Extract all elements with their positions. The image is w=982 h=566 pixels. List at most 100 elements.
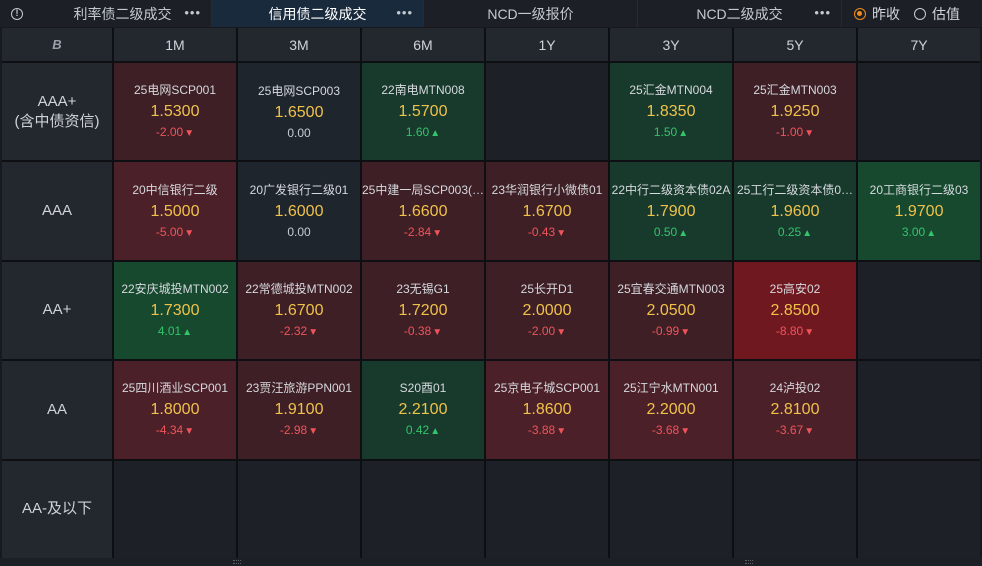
bond-cell[interactable]: 25京电子城SCP001 1.8600 -3.88▼ [486, 361, 608, 459]
bond-cell[interactable]: 25宜春交通MTN003 2.0500 -0.99▼ [610, 261, 732, 360]
tab-bar: ! 利率债二级成交 ••• 信用债二级成交 ••• NCD一级报价 NCD二级成… [0, 0, 982, 27]
bond-change: -3.67▼ [776, 424, 814, 438]
bond-change: -2.32▼ [280, 324, 318, 339]
change-value: -1.00 [775, 125, 804, 140]
bond-name: 23华润银行小微债01 [491, 182, 603, 197]
empty-cell [734, 460, 856, 558]
more-options-icon[interactable]: ••• [184, 6, 201, 19]
bond-name: 23贾汪旅游PPN001 [245, 381, 353, 396]
bond-cell[interactable]: 20中信银行二级 1.5000 -5.00▼ [114, 162, 236, 260]
bond-yield: 1.8000 [150, 401, 200, 419]
empty-cell [858, 460, 980, 558]
bond-change: -1.00▼ [776, 126, 814, 140]
bond-cell[interactable]: 25汇金MTN003 1.9250 -1.00▼ [734, 63, 856, 161]
change-value: -0.38 [403, 323, 432, 338]
tab-credit-bond[interactable]: 信用债二级成交 ••• [212, 0, 424, 27]
more-options-icon[interactable]: ••• [396, 6, 413, 19]
column-header[interactable]: 3M [238, 28, 360, 61]
bond-change: -0.99▼ [651, 323, 691, 339]
bond-yield: 1.5700 [398, 103, 448, 121]
bond-yield: 1.9600 [770, 202, 820, 220]
change-value: -0.99 [651, 323, 680, 338]
tab-label: NCD二级成交 [696, 5, 783, 22]
bond-change: 0.00 [287, 126, 310, 140]
radio-label: 估值 [932, 5, 960, 22]
more-options-icon[interactable]: ••• [814, 6, 831, 19]
change-value: 0.42 [405, 423, 430, 438]
bond-name: 23无锡G1 [396, 281, 450, 296]
bond-cell[interactable]: 20工商银行二级03 1.9700 3.00▲ [858, 162, 980, 260]
radio-prev-close[interactable]: 昨收 [854, 4, 900, 24]
bond-cell[interactable]: 24泸投02 2.8100 -3.67▼ [734, 361, 856, 459]
arrow-down-icon: ▼ [184, 227, 195, 239]
bond-cell[interactable]: 22常德城投MTN002 1.6700 -2.32▼ [238, 261, 360, 360]
bond-name: 25长开D1 [520, 281, 574, 296]
tab-ncd-primary[interactable]: NCD一级报价 [424, 0, 638, 27]
column-header[interactable]: 1Y [486, 28, 608, 61]
bond-change: 4.01▲ [157, 323, 193, 339]
bond-change: -4.34▼ [156, 424, 194, 438]
bond-yield: 1.6700 [274, 301, 324, 319]
corner-cell: B [2, 28, 112, 61]
bond-cell[interactable]: 25高安02 2.8500 -8.80▼ [734, 261, 856, 360]
bond-change: -2.00▼ [527, 323, 566, 339]
bond-yield: 1.7900 [646, 202, 696, 220]
bond-change: 1.60▲ [406, 126, 440, 140]
change-value: 4.01 [157, 323, 182, 338]
resize-grip-icon[interactable] [745, 560, 753, 564]
bond-yield: 2.2000 [646, 401, 696, 419]
info-button[interactable]: ! [0, 0, 34, 27]
bond-name: 22安庆城投MTN002 [121, 281, 229, 296]
resize-grip-icon[interactable] [233, 560, 241, 564]
column-header[interactable]: 5Y [734, 28, 856, 61]
bond-cell[interactable]: 23华润银行小微债01 1.6700 -0.43▼ [486, 162, 608, 260]
row-header: AAA [2, 162, 112, 260]
radio-valuation[interactable]: 估值 [914, 4, 960, 24]
bond-cell[interactable]: 20广发银行二级01 1.6000 0.00 [238, 162, 360, 260]
column-header[interactable]: 6M [362, 28, 484, 61]
bond-cell[interactable]: 25长开D1 2.0000 -2.00▼ [486, 261, 608, 360]
change-value: -0.43 [527, 224, 556, 239]
arrow-up-icon: ▲ [182, 326, 193, 338]
bond-name: 25京电子城SCP001 [493, 381, 601, 396]
bond-cell[interactable]: 22安庆城投MTN002 1.7300 4.01▲ [114, 261, 236, 360]
arrow-down-icon: ▼ [432, 227, 443, 239]
bond-cell[interactable]: 22中行二级资本债02A 1.7900 0.50▲ [610, 162, 732, 260]
tab-rate-bond[interactable]: 利率债二级成交 ••• [34, 0, 212, 27]
bond-cell[interactable]: 25电网SCP001 1.5300 -2.00▼ [114, 63, 236, 161]
bond-cell[interactable]: 25中建一局SCP003(… 1.6600 -2.84▼ [362, 162, 484, 260]
bond-cell[interactable]: 25汇金MTN004 1.8350 1.50▲ [610, 63, 732, 161]
bond-yield: 1.8600 [522, 401, 572, 419]
bond-name: 25汇金MTN003 [753, 83, 837, 98]
bond-yield: 2.2100 [398, 401, 448, 419]
bond-cell[interactable]: 25电网SCP003 1.6500 0.00 [238, 63, 360, 161]
bond-cell[interactable]: 22南电MTN008 1.5700 1.60▲ [362, 63, 484, 161]
arrow-up-icon: ▲ [678, 128, 689, 140]
bond-change: -8.80▼ [776, 324, 814, 339]
bond-name: 20中信银行二级 [132, 182, 218, 197]
bond-change: 3.00▲ [902, 225, 936, 240]
column-header[interactable]: 1M [114, 28, 236, 61]
bond-matrix: B 1M 3M 6M 1Y 3Y 5Y 7Y AAA+ (含中债资信) 25电网SCP001 1.… [2, 28, 980, 558]
bond-yield: 1.6700 [522, 202, 572, 220]
bond-change: 1.50▲ [654, 126, 688, 140]
bond-cell[interactable]: 25四川酒业SCP001 1.8000 -4.34▼ [114, 361, 236, 459]
bond-cell[interactable]: 25江宁水MTN001 2.2000 -3.68▼ [610, 361, 732, 459]
empty-cell [362, 460, 484, 558]
bond-cell[interactable]: 23无锡G1 1.7200 -0.38▼ [362, 261, 484, 360]
tab-ncd-secondary[interactable]: NCD二级成交 ••• [638, 0, 842, 27]
bond-cell[interactable]: 23贾汪旅游PPN001 1.9100 -2.98▼ [238, 361, 360, 459]
bond-yield: 1.6000 [274, 203, 324, 221]
bond-change: -0.43▼ [527, 224, 566, 240]
bond-cell[interactable]: S20酉01 2.2100 0.42▲ [362, 361, 484, 459]
column-header[interactable]: 7Y [858, 28, 980, 61]
arrow-down-icon: ▼ [680, 326, 691, 338]
empty-cell [486, 63, 608, 161]
change-value: -2.00 [527, 323, 556, 338]
bond-yield: 1.9100 [274, 401, 324, 419]
bond-cell[interactable]: 25工行二级资本债0… 1.9600 0.25▲ [734, 162, 856, 260]
bond-yield: 1.8350 [646, 103, 696, 121]
bond-change: -5.00▼ [156, 225, 195, 240]
bond-name: 25工行二级资本债0… [736, 182, 854, 197]
column-header[interactable]: 3Y [610, 28, 732, 61]
